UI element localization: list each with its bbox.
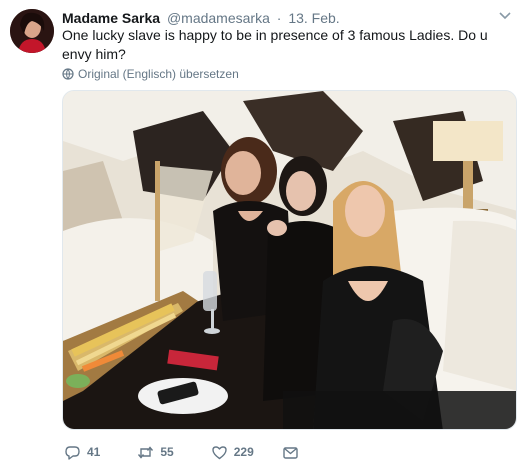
retweet-icon	[138, 445, 154, 459]
chevron-down-icon[interactable]	[498, 11, 512, 21]
tweet-actions: 41 55 229	[62, 441, 362, 463]
display-name[interactable]: Madame Sarka	[62, 10, 160, 26]
translate-link[interactable]: Original (Englisch) übersetzen	[62, 67, 239, 81]
retweet-button[interactable]: 55	[137, 444, 174, 461]
envelope-icon	[283, 446, 298, 459]
heart-icon	[212, 445, 227, 459]
avatar[interactable]	[10, 9, 54, 53]
like-button[interactable]: 229	[211, 444, 254, 461]
tweet-text: One lucky slave is happy to be in presen…	[62, 27, 488, 62]
avatar-image	[10, 9, 54, 53]
tweet-photo[interactable]	[62, 90, 517, 430]
separator-dot: ·	[276, 10, 282, 26]
like-count: 229	[233, 445, 254, 459]
reply-button[interactable]: 41	[64, 444, 100, 461]
globe-icon	[62, 68, 74, 80]
tweet-date[interactable]: 13. Feb.	[288, 10, 339, 26]
retweet-count: 55	[160, 445, 174, 459]
photo-image	[63, 91, 516, 429]
reply-icon	[65, 445, 80, 460]
tweet-header: Madame Sarka @madamesarka · 13. Feb.	[62, 9, 340, 27]
direct-message-button[interactable]	[282, 444, 299, 461]
translate-label: Original (Englisch) übersetzen	[78, 67, 239, 81]
user-handle[interactable]: @madamesarka	[167, 10, 270, 26]
reply-count: 41	[87, 445, 101, 459]
